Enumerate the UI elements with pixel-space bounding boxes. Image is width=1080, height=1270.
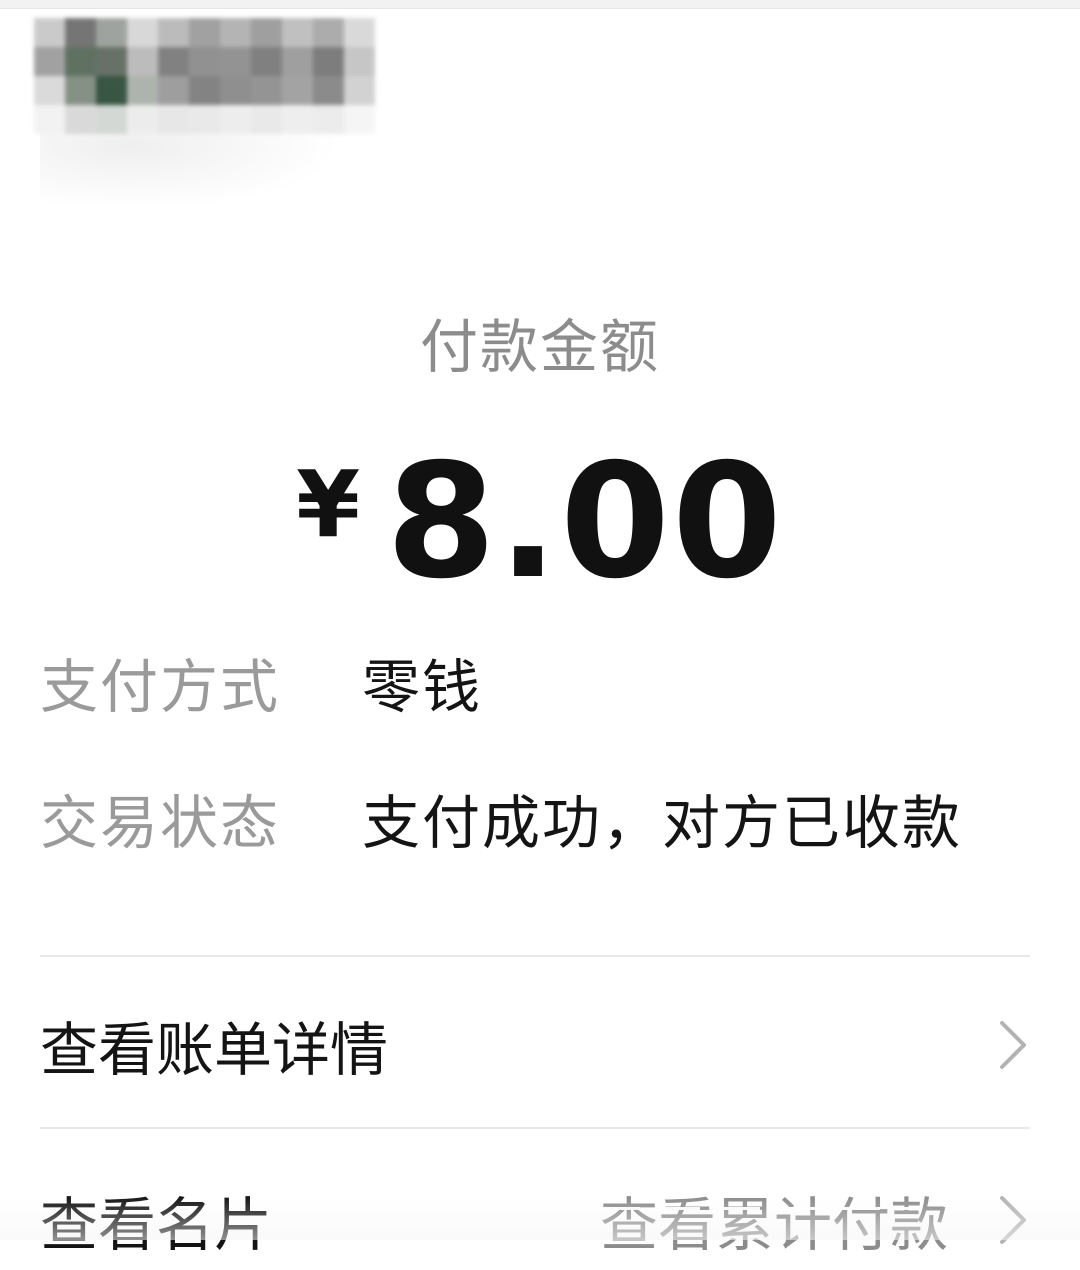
payment-method-row: 支付方式 零钱 <box>40 642 1040 722</box>
divider <box>40 955 1030 957</box>
cumulative-payment-link[interactable]: 查看累计付款 <box>600 1178 948 1262</box>
payment-method-value: 零钱 <box>362 653 483 721</box>
view-bill-details-row[interactable]: 查看账单详情 <box>40 995 1040 1095</box>
divider <box>40 1127 1030 1129</box>
transaction-status-label: 交易状态 <box>40 789 281 857</box>
chevron-right-icon <box>1000 1021 1026 1069</box>
transaction-status-row: 交易状态 支付成功，对方已收款 <box>40 778 1040 858</box>
merchant-name-shadow <box>40 130 340 210</box>
payment-amount: ¥8.00 <box>0 430 1080 614</box>
amount-value: 8.00 <box>386 430 784 614</box>
top-edge <box>0 0 1080 9</box>
currency-symbol: ¥ <box>296 451 361 558</box>
transaction-status-value: 支付成功，对方已收款 <box>362 789 963 857</box>
merchant-name-pixelated <box>34 18 379 136</box>
payment-method-label: 支付方式 <box>40 653 281 721</box>
payment-amount-label: 付款金额 <box>419 313 660 381</box>
view-card-row[interactable]: 查看名片 查看累计付款 <box>40 1170 1040 1270</box>
view-bill-details-label: 查看账单详情 <box>40 1016 389 1084</box>
view-card-label: 查看名片 <box>40 1191 273 1259</box>
